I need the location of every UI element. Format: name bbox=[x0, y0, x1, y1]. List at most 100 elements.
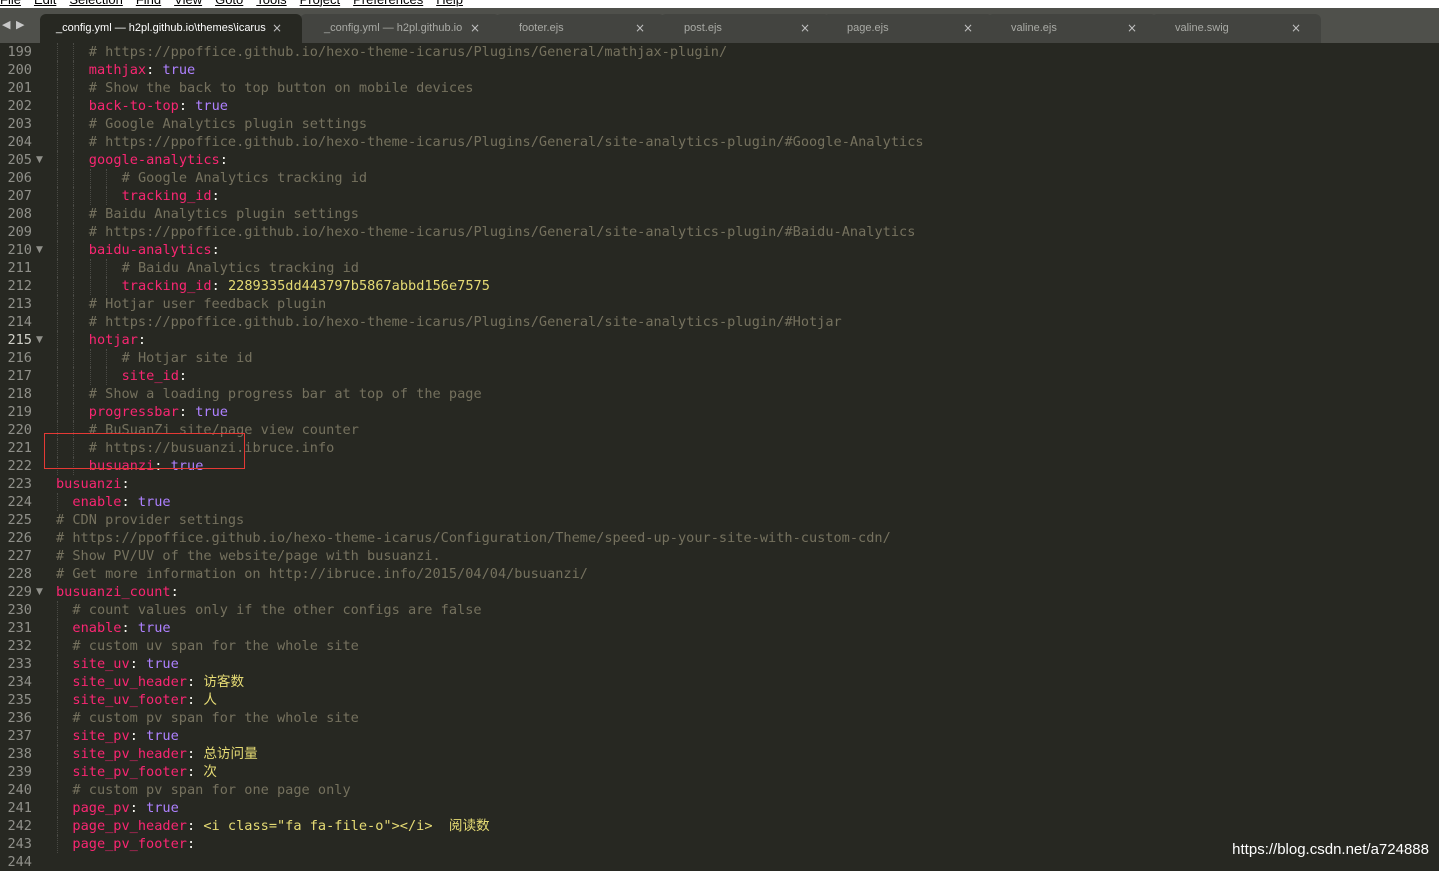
code-line: 200 mathjax: true bbox=[0, 61, 1439, 79]
menu-item-file[interactable]: File bbox=[0, 0, 21, 8]
comment: # Baidu Analytics plugin settings bbox=[88, 206, 359, 222]
yaml-boolean: true bbox=[162, 62, 196, 78]
code-content: page_pv_footer: bbox=[72, 836, 204, 852]
code-content: # https://ppoffice.github.io/hexo-theme-… bbox=[56, 529, 891, 547]
comment: # https://ppoffice.github.io/hexo-theme-… bbox=[88, 224, 916, 240]
tab-scroll-arrows-icon[interactable]: ◀ ▶ bbox=[2, 18, 25, 31]
fold-arrow-icon[interactable]: ▼ bbox=[36, 583, 43, 601]
code-line: 238 site_pv_header: 总访问量 bbox=[0, 745, 1439, 763]
menu-item-view[interactable]: View bbox=[174, 0, 202, 8]
close-icon[interactable]: × bbox=[635, 21, 645, 35]
code-line: 240 # custom pv span for one page only bbox=[0, 781, 1439, 799]
tab-page-ejs[interactable]: page.ejs × bbox=[823, 14, 993, 43]
menu-bar: File Edit Selection Find View Goto Tools Projec… bbox=[0, 0, 1439, 8]
close-icon[interactable]: × bbox=[963, 21, 973, 35]
menu-item-project[interactable]: Project bbox=[300, 0, 340, 8]
code-line: 236 # custom pv span for the whole site bbox=[0, 709, 1439, 727]
menu-item-edit[interactable]: Edit bbox=[34, 0, 56, 8]
line-number: 224 bbox=[7, 494, 32, 510]
indent-guide bbox=[57, 673, 58, 691]
yaml-key: page_pv bbox=[72, 800, 130, 816]
yaml-key: baidu-analytics bbox=[88, 242, 212, 258]
line-number: 213 bbox=[7, 296, 32, 312]
line-number: 208 bbox=[7, 206, 32, 222]
yaml-key: tracking_id bbox=[121, 278, 212, 294]
code-content: # Baidu Analytics tracking id bbox=[122, 259, 359, 277]
indent-guide bbox=[106, 277, 108, 295]
indent-guide bbox=[89, 169, 91, 187]
indent-guide bbox=[106, 169, 108, 187]
code-line: 209 # https://ppoffice.github.io/hexo-the… bbox=[0, 223, 1439, 241]
code-content: progressbar: true bbox=[88, 404, 228, 420]
menu-item-preferences[interactable]: Preferences bbox=[353, 0, 423, 8]
menu-item-goto[interactable]: Goto bbox=[215, 0, 243, 8]
line-number: 240 bbox=[7, 782, 32, 798]
indent-guide bbox=[57, 115, 58, 133]
code-line: 219 progressbar: true bbox=[0, 403, 1439, 421]
yaml-boolean: true bbox=[146, 800, 179, 816]
indent-guide bbox=[106, 367, 108, 385]
tab-post-ejs[interactable]: post.ejs × bbox=[660, 14, 830, 43]
indent-guide bbox=[73, 277, 75, 295]
close-icon[interactable]: × bbox=[1127, 21, 1137, 35]
code-content: # Get more information on http://ibruce.… bbox=[56, 565, 588, 583]
code-content: site_pv_header: 总访问量 bbox=[72, 746, 258, 762]
menu-item-find[interactable]: Find bbox=[136, 0, 161, 8]
indent-guide bbox=[73, 331, 75, 349]
tab-valine-swig[interactable]: valine.swig × bbox=[1151, 14, 1321, 43]
fold-arrow-icon[interactable]: ▼ bbox=[36, 331, 43, 349]
line-number: 211 bbox=[7, 260, 32, 276]
line-number: 237 bbox=[7, 728, 32, 744]
code-line: 234 site_uv_header: 访客数 bbox=[0, 673, 1439, 691]
tab-valine-ejs[interactable]: valine.ejs × bbox=[987, 14, 1157, 43]
yaml-key: site_uv_footer bbox=[72, 692, 187, 708]
indent-guide bbox=[57, 295, 58, 313]
indent-guide bbox=[73, 205, 75, 223]
close-icon[interactable]: × bbox=[470, 21, 480, 35]
fold-arrow-icon[interactable]: ▼ bbox=[36, 151, 43, 169]
code-content: page_pv: true bbox=[72, 800, 179, 816]
tab--config-yml-h2pl-github-io-themes-icarus[interactable]: _config.yml — h2pl.github.io\themes\icar… bbox=[40, 14, 302, 43]
close-icon[interactable]: × bbox=[1291, 21, 1301, 35]
tab-footer-ejs[interactable]: footer.ejs × bbox=[495, 14, 665, 43]
code-content: # https://ppoffice.github.io/hexo-theme-… bbox=[89, 223, 916, 241]
comment: # custom uv span for the whole site bbox=[72, 638, 359, 654]
comment: # https://ppoffice.github.io/hexo-theme-… bbox=[56, 530, 891, 546]
code-line: 206 # Google Analytics tracking id bbox=[0, 169, 1439, 187]
line-number: 238 bbox=[7, 746, 32, 762]
fold-arrow-icon[interactable]: ▼ bbox=[36, 241, 43, 259]
indent-guide bbox=[57, 313, 58, 331]
yaml-key: site_pv_header bbox=[72, 746, 187, 762]
code-content: enable: true bbox=[72, 620, 171, 636]
yaml-boolean: true bbox=[195, 98, 228, 114]
menu-item-tools[interactable]: Tools bbox=[256, 0, 286, 8]
menu-item-selection[interactable]: Selection bbox=[69, 0, 122, 8]
code-line: 214 # https://ppoffice.github.io/hexo-the… bbox=[0, 313, 1439, 331]
yaml-key: site_id bbox=[121, 368, 179, 384]
comment: # https://ppoffice.github.io/hexo-theme-… bbox=[88, 314, 842, 330]
line-number: 205 bbox=[7, 152, 32, 168]
indent-guide bbox=[73, 313, 75, 331]
indent-guide bbox=[73, 43, 75, 61]
indent-guide bbox=[89, 349, 91, 367]
indent-guide bbox=[57, 403, 58, 421]
tab--config-yml-h2pl-github-io[interactable]: _config.yml — h2pl.github.io × bbox=[300, 14, 500, 43]
close-icon[interactable]: × bbox=[800, 21, 810, 35]
indent-guide bbox=[57, 835, 58, 853]
indent-guide bbox=[89, 277, 91, 295]
watermark: https://blog.csdn.net/a724888 bbox=[1232, 841, 1429, 858]
line-number: 217 bbox=[7, 368, 32, 384]
yaml-key: site_pv bbox=[72, 728, 130, 744]
indent-guide bbox=[57, 277, 58, 295]
line-number: 204 bbox=[7, 134, 32, 150]
indent-guide bbox=[89, 187, 91, 205]
line-number: 231 bbox=[7, 620, 32, 636]
close-icon[interactable]: × bbox=[272, 21, 282, 35]
indent-guide bbox=[57, 187, 58, 205]
line-number: 232 bbox=[7, 638, 32, 654]
indent-guide bbox=[73, 61, 75, 79]
comment: # Hotjar user feedback plugin bbox=[88, 296, 327, 312]
comment: # https://ppoffice.github.io/hexo-theme-… bbox=[88, 134, 924, 150]
menu-item-help[interactable]: Help bbox=[436, 0, 463, 8]
code-line: 211 # Baidu Analytics tracking id bbox=[0, 259, 1439, 277]
